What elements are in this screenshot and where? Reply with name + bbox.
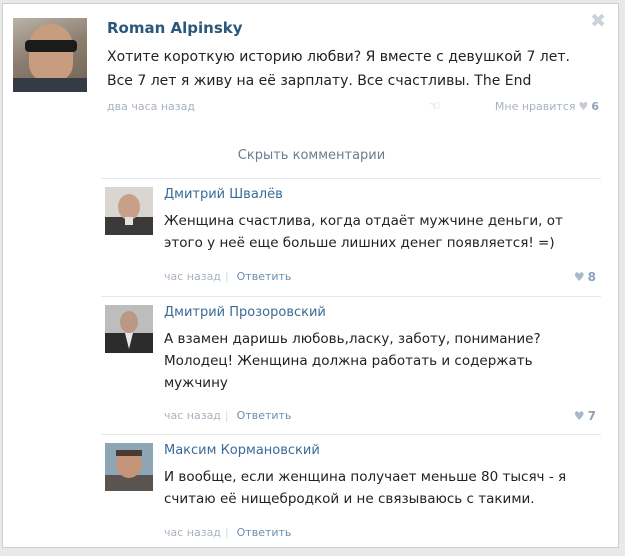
comment-time[interactable]: час назад <box>164 270 221 283</box>
post-card: ✖ Roman Alpinsky Хотите короткую историю… <box>2 3 619 548</box>
comment-meta: час назад | Ответить ♥ 7 <box>164 409 596 425</box>
divider: | <box>224 270 229 283</box>
heart-icon: ♥ <box>573 270 585 284</box>
reply-button[interactable]: Ответить <box>237 270 292 283</box>
comment-avatar[interactable] <box>105 305 153 353</box>
comment-like-count: 7 <box>587 409 596 423</box>
avatar[interactable] <box>13 18 87 92</box>
divider: | <box>224 409 229 422</box>
comment-author[interactable]: Дмитрий Прозоровский <box>164 305 326 320</box>
comment-meta: час назад | Ответить <box>164 526 596 542</box>
post-time[interactable]: два часа назад <box>107 100 195 113</box>
share-icon[interactable]: ☜ <box>429 99 441 114</box>
like-label: Мне нравится <box>494 100 576 113</box>
comment-text: Женщина счастлива, когда отдаёт мужчине … <box>164 213 563 251</box>
reply-button[interactable]: Ответить <box>237 526 292 539</box>
post-meta: два часа назад ☜ Мне нравится ♥ 6 <box>107 99 599 116</box>
comment-author[interactable]: Максим Кормановский <box>164 443 320 458</box>
like-count: 6 <box>591 100 599 113</box>
comment-author[interactable]: Дмитрий Швалёв <box>164 187 283 202</box>
comment: Дмитрий Прозоровский А взамен даришь люб… <box>101 296 601 433</box>
comment-avatar[interactable] <box>105 443 153 491</box>
like-button[interactable]: Мне нравится ♥ 6 <box>495 100 599 113</box>
comment: Дмитрий Швалёв Женщина счастлива, когда … <box>101 178 601 297</box>
comment-like-button[interactable]: ♥ 7 <box>574 409 596 423</box>
comment-time[interactable]: час назад <box>164 526 221 539</box>
comment-avatar[interactable] <box>105 187 153 235</box>
comment-time[interactable]: час назад <box>164 409 221 422</box>
avatar-face <box>29 24 73 82</box>
comment: Максим Кормановский И вообще, если женщи… <box>101 434 601 545</box>
post-author[interactable]: Roman Alpinsky <box>107 19 243 37</box>
avatar-shirt <box>13 78 87 92</box>
divider: | <box>224 526 229 539</box>
avatar-sunglasses <box>25 40 77 52</box>
hide-comments-link[interactable]: Скрыть комментарии <box>3 148 620 163</box>
comment-text: А взамен даришь любовь,ласку, заботу, по… <box>164 331 541 391</box>
comment-meta: час назад | Ответить ♥ 8 <box>164 270 596 286</box>
heart-icon: ♥ <box>573 409 585 423</box>
reply-button[interactable]: Ответить <box>237 409 292 422</box>
comment-like-count: 8 <box>587 270 596 284</box>
post-text: Хотите короткую историю любви? Я вместе … <box>107 49 570 89</box>
comment-text: И вообще, если женщина получает меньше 8… <box>164 469 567 507</box>
heart-icon: ♥ <box>578 100 589 113</box>
close-icon[interactable]: ✖ <box>590 11 606 31</box>
comment-like-button[interactable]: ♥ 8 <box>574 270 596 284</box>
